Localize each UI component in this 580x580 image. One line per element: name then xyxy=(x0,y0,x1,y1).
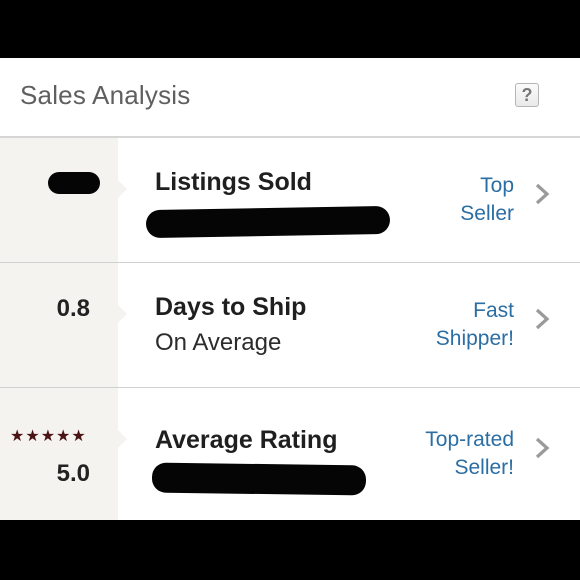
listings-sold-row[interactable]: Listings Sold Top Seller xyxy=(0,138,580,262)
pointer-notch xyxy=(118,430,127,448)
average-rating-row[interactable]: ★★★★★ 5.0 Average Rating Top-rated Selle… xyxy=(0,388,580,520)
status-badge[interactable]: Fast Shipper! xyxy=(436,297,514,353)
chevron-right-icon[interactable] xyxy=(534,436,550,460)
metric-cell: ★★★★★ 5.0 xyxy=(0,388,118,520)
row-subtitle: On Average xyxy=(155,329,282,356)
redacted-value xyxy=(48,172,100,194)
sales-analysis-panel: Sales Analysis ? Listings Sold Top Selle… xyxy=(0,58,580,520)
status-badge[interactable]: Top-rated Seller! xyxy=(425,426,514,482)
metric-value: 0.8 xyxy=(56,295,90,322)
badge-line: Seller! xyxy=(454,456,514,479)
redacted-detail xyxy=(151,462,367,496)
days-to-ship-row[interactable]: 0.8 Days to Ship On Average Fast Shipper… xyxy=(0,263,580,387)
help-button[interactable]: ? xyxy=(515,83,539,107)
rating-stars-icon: ★★★★★ xyxy=(10,428,87,445)
row-title: Average Rating xyxy=(155,426,338,454)
badge-line: Top-rated xyxy=(425,428,514,451)
row-title: Days to Ship xyxy=(155,293,307,321)
badge-line: Fast xyxy=(473,299,514,322)
pointer-notch xyxy=(118,305,127,323)
chevron-right-icon[interactable] xyxy=(534,307,550,331)
redacted-detail xyxy=(145,205,391,239)
metric-cell xyxy=(0,138,118,262)
badge-line: Top xyxy=(480,174,514,197)
pointer-notch xyxy=(118,180,127,198)
status-badge[interactable]: Top Seller xyxy=(460,172,514,228)
row-title: Listings Sold xyxy=(155,168,312,196)
metric-cell: 0.8 xyxy=(0,263,118,387)
chevron-right-icon[interactable] xyxy=(534,182,550,206)
panel-header: Sales Analysis ? xyxy=(0,58,580,138)
badge-line: Shipper! xyxy=(435,327,514,350)
panel-title: Sales Analysis xyxy=(20,80,191,110)
metric-value: 5.0 xyxy=(56,460,90,487)
badge-line: Seller xyxy=(460,202,514,225)
